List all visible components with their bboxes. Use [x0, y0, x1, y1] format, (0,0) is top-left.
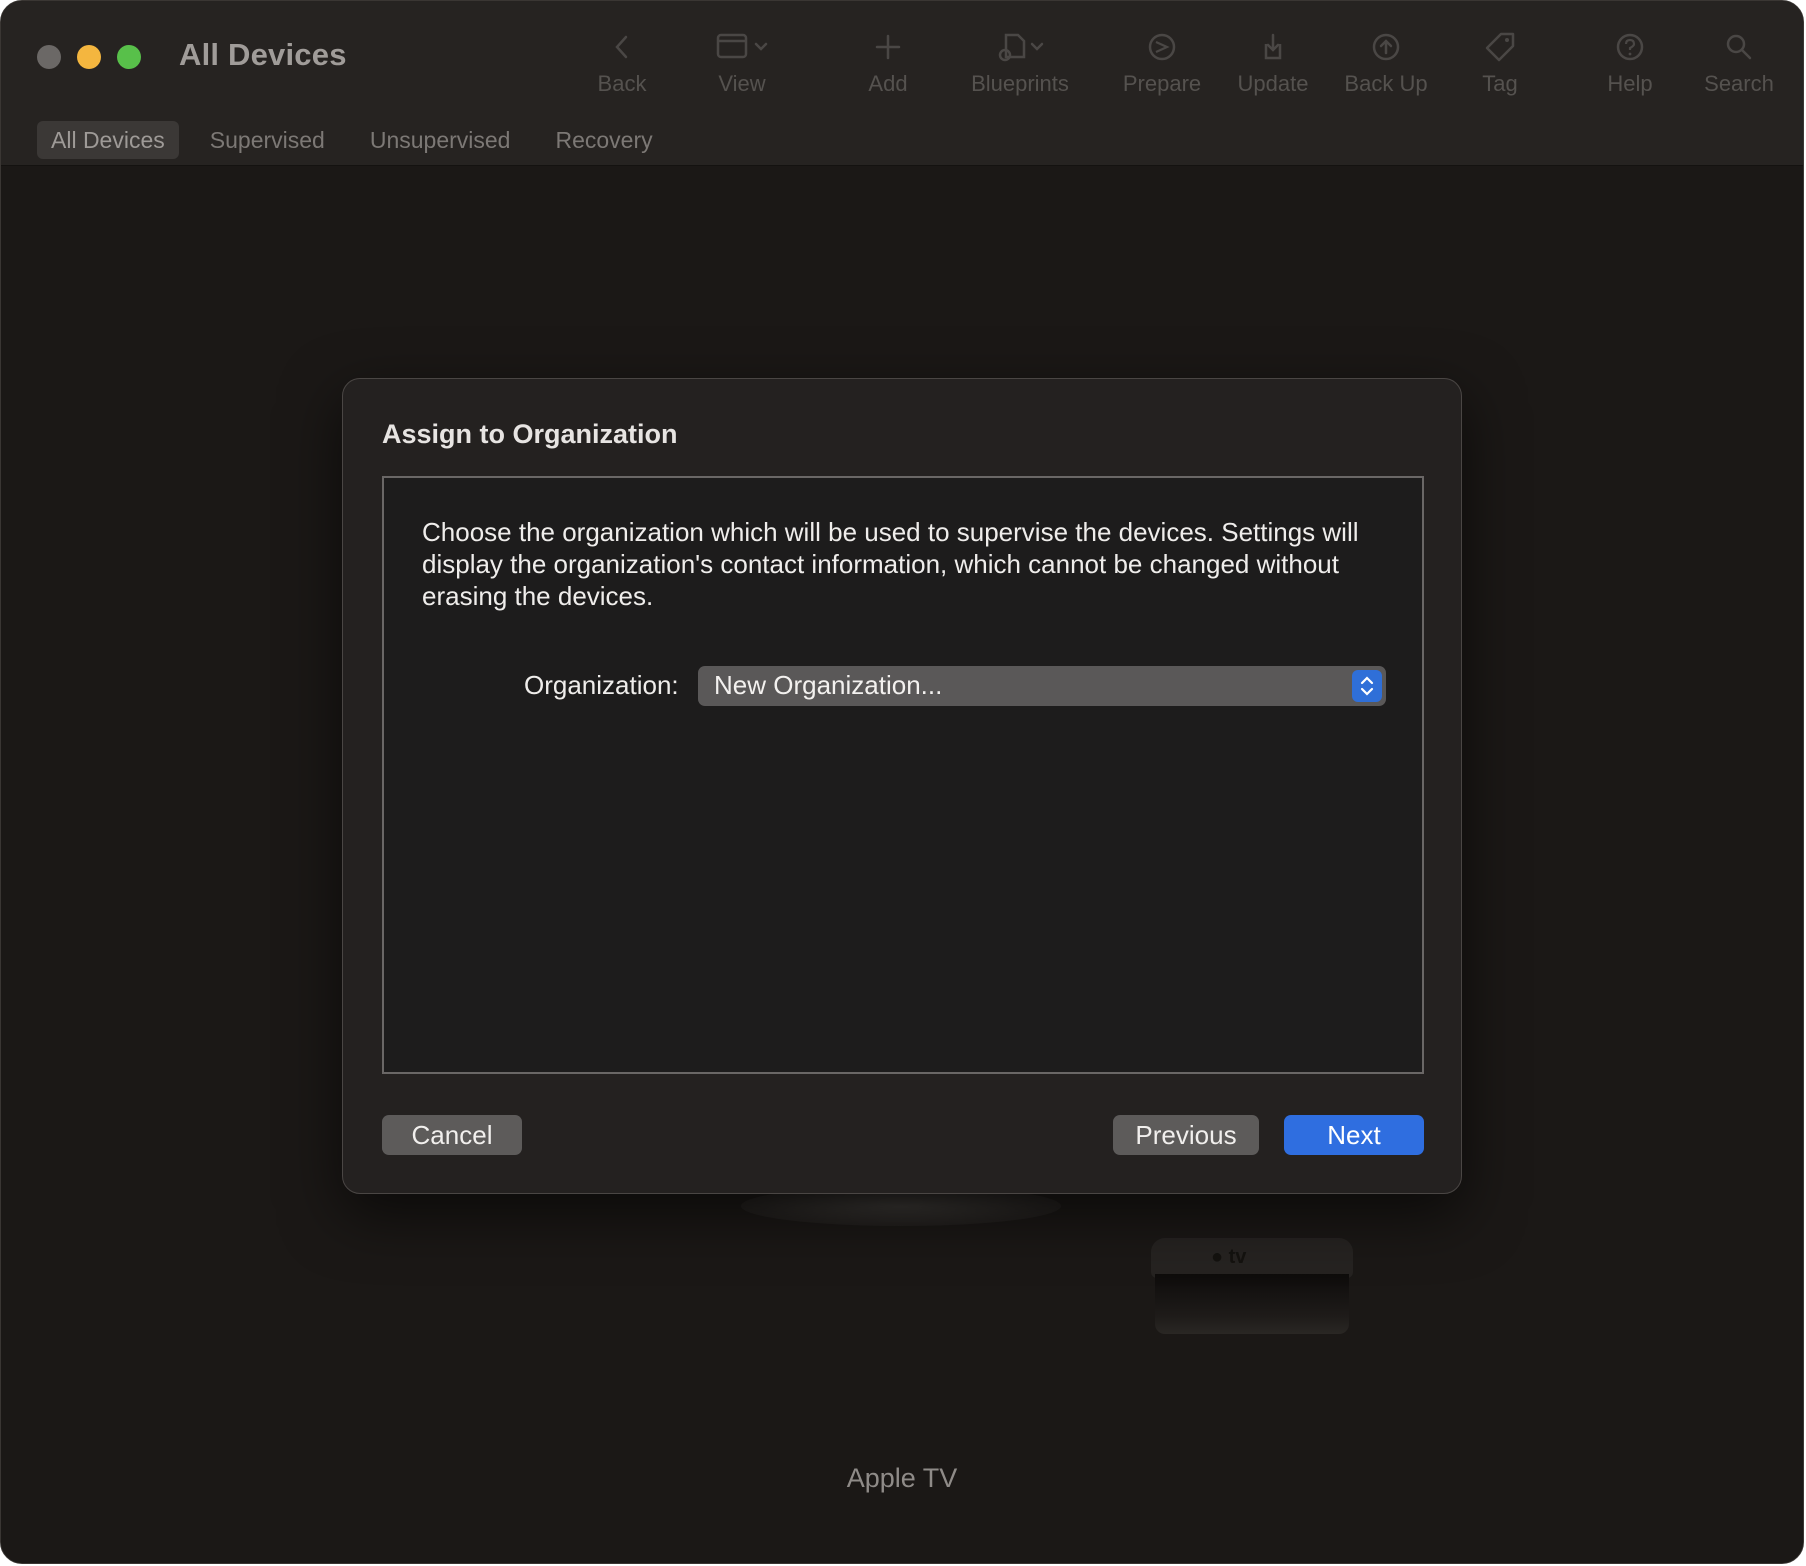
toolbar-label: Search: [1704, 71, 1774, 96]
toolbar-label: Blueprints: [971, 71, 1069, 96]
chevron-left-icon: [612, 27, 632, 67]
toolbar-label: Prepare: [1122, 71, 1202, 96]
update-icon: [1258, 27, 1288, 67]
organization-select[interactable]: New Organization...: [698, 666, 1386, 706]
toolbar-label: Add: [868, 71, 908, 96]
toolbar-blueprints-button[interactable]: Blueprints: [965, 27, 1075, 107]
toolbar-add-button[interactable]: Add: [858, 27, 918, 107]
toolbar-label: View: [718, 71, 766, 96]
toolbar-label: Help: [1607, 71, 1653, 96]
toolbar-view-button[interactable]: View: [702, 27, 782, 107]
organization-select-value: New Organization...: [714, 670, 943, 700]
toolbar-label: Back Up: [1344, 71, 1428, 96]
dialog-content-panel: Choose the organization which will be us…: [382, 476, 1424, 1074]
minimize-window-button[interactable]: [77, 45, 101, 69]
toolbar-search-button[interactable]: Search: [1699, 27, 1779, 107]
toolbar-label: Back: [597, 71, 647, 96]
zoom-window-button[interactable]: [117, 45, 141, 69]
tab-recovery[interactable]: Recovery: [541, 121, 666, 159]
window-icon: [712, 27, 772, 67]
tab-all-devices[interactable]: All Devices: [37, 121, 179, 159]
toolbar-update-button[interactable]: Update: [1233, 27, 1313, 107]
toolbar-label: Update: [1237, 71, 1309, 96]
select-stepper-icon: [1352, 670, 1382, 702]
toolbar-tag-button[interactable]: Tag: [1470, 27, 1530, 107]
next-button[interactable]: Next: [1284, 1115, 1424, 1155]
titlebar: All Devices Back View Add Blueprints Pre…: [1, 1, 1803, 166]
window-title: All Devices: [179, 37, 347, 72]
apple-tv-front: [1155, 1274, 1349, 1334]
previous-button[interactable]: Previous: [1113, 1115, 1259, 1155]
plus-icon: [874, 27, 902, 67]
apple-tv-top: ● tv: [1151, 1238, 1353, 1278]
cancel-button[interactable]: Cancel: [382, 1115, 522, 1155]
close-window-button[interactable]: [37, 45, 61, 69]
app-window: All Devices Back View Add Blueprints Pre…: [0, 0, 1804, 1564]
tab-supervised[interactable]: Supervised: [196, 121, 339, 159]
toolbar-help-button[interactable]: Help: [1600, 27, 1660, 107]
search-icon: [1724, 27, 1754, 67]
toolbar-prepare-button[interactable]: Prepare: [1117, 27, 1207, 107]
tab-unsupervised[interactable]: Unsupervised: [356, 121, 525, 159]
blueprints-icon: [990, 27, 1050, 67]
apple-tv-device-image[interactable]: ● tv: [1151, 1238, 1353, 1338]
toolbar-backup-button[interactable]: Back Up: [1341, 27, 1431, 107]
help-icon: [1615, 27, 1645, 67]
device-name-label: Apple TV: [846, 1463, 958, 1493]
toolbar-back-button[interactable]: Back: [592, 27, 652, 107]
toolbar-label: Tag: [1482, 71, 1518, 96]
prepare-icon: [1147, 27, 1177, 67]
backup-icon: [1371, 27, 1401, 67]
organization-label: Organization:: [524, 670, 679, 700]
assign-organization-dialog: Assign to Organization Choose the organi…: [342, 378, 1462, 1194]
apple-tv-logo: ● tv: [1211, 1246, 1247, 1268]
tag-icon: [1483, 27, 1517, 67]
dialog-description: Choose the organization which will be us…: [422, 517, 1359, 611]
dialog-title: Assign to Organization: [382, 419, 678, 449]
filter-tabs: All Devices Supervised Unsupervised Reco…: [37, 121, 684, 159]
